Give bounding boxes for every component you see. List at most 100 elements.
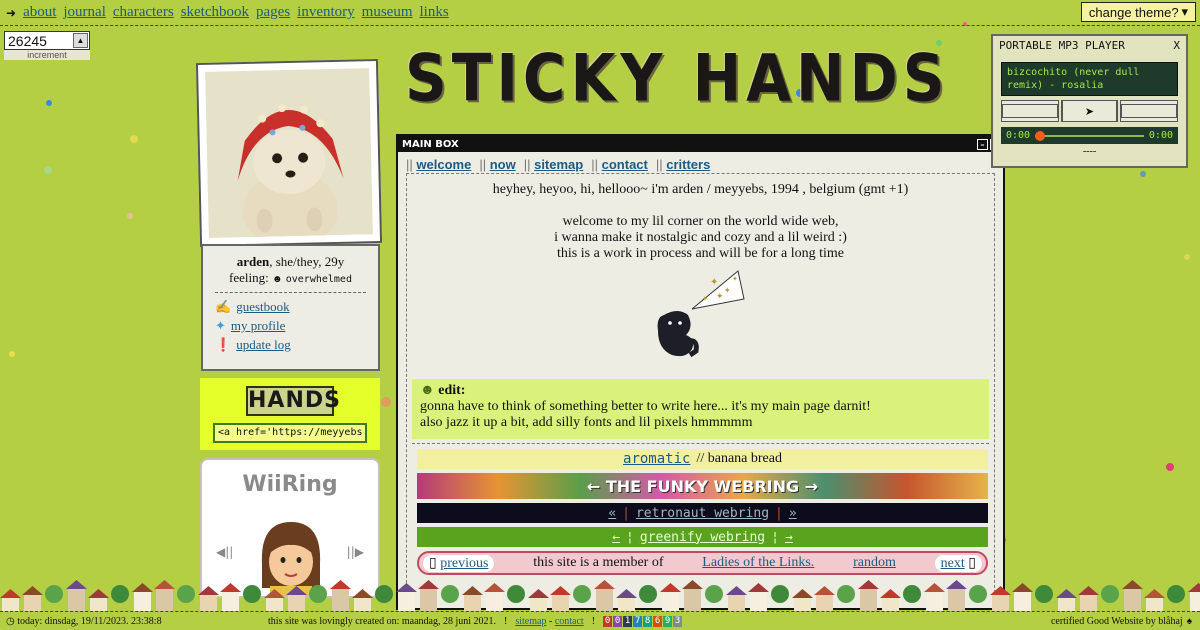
nav-pages[interactable]: pages bbox=[256, 4, 290, 21]
roof-icon bbox=[286, 586, 307, 595]
house-icon bbox=[1058, 598, 1075, 612]
retronaut-link[interactable]: retronaut webring bbox=[636, 506, 769, 521]
divider: ¦ bbox=[626, 529, 634, 545]
tree-icon bbox=[177, 585, 195, 603]
aromatic-webring: aromatic // banana bread bbox=[417, 449, 988, 469]
mascot-illustration: ✦ ✦ ✦ ✦ ✦ bbox=[657, 270, 745, 358]
mp3-time-start: 0:00 bbox=[1006, 130, 1031, 141]
hit-digit: 1 bbox=[623, 615, 633, 627]
footer-today: ◷ today: dinsdag, 19/11/2023. 23:38:8 bbox=[6, 616, 162, 627]
main-tabs: || welcome || now || sitemap || contact … bbox=[406, 157, 711, 172]
change-theme-select[interactable]: change theme? ▾ bbox=[1081, 2, 1196, 22]
next-track-button[interactable] bbox=[1120, 100, 1179, 122]
hand-icon: ✍ bbox=[215, 299, 232, 314]
increment-arrow-icon[interactable]: ▲ bbox=[73, 33, 88, 48]
house-icon bbox=[2, 598, 19, 612]
nav-journal[interactable]: journal bbox=[63, 4, 106, 21]
divider: | bbox=[775, 505, 783, 521]
section-divider bbox=[412, 443, 989, 444]
ladies-next-link[interactable]: next bbox=[941, 556, 965, 571]
roof-icon bbox=[220, 583, 241, 592]
hands-button-code[interactable]: <a href='https://meyyebs bbox=[213, 423, 367, 443]
prev-track-button[interactable] bbox=[1001, 100, 1059, 122]
roof-icon bbox=[132, 583, 153, 592]
update-log-link[interactable]: update log bbox=[236, 337, 291, 353]
wiiring-prev-button[interactable]: ◀|| bbox=[216, 545, 233, 559]
ladies-previous-link[interactable]: previous bbox=[440, 556, 488, 571]
mp3-seek-bar[interactable] bbox=[1035, 130, 1144, 141]
house-icon bbox=[750, 592, 767, 612]
greenify-webring: ← ¦ greenify webring ¦ → bbox=[417, 527, 988, 547]
nav-sketchbook[interactable]: sketchbook bbox=[181, 4, 249, 21]
roof-icon bbox=[0, 589, 21, 598]
nav-characters[interactable]: characters bbox=[113, 4, 174, 21]
house-icon bbox=[552, 595, 569, 612]
hit-digit: 3 bbox=[673, 615, 683, 627]
roof-icon bbox=[88, 589, 109, 598]
roof-icon bbox=[418, 580, 439, 589]
greenify-prev-link[interactable]: ← bbox=[612, 530, 620, 545]
update-log-link-row[interactable]: ❗ update log bbox=[215, 337, 370, 353]
hands-button-logo[interactable]: HANDS bbox=[246, 386, 340, 416]
svg-text:✦: ✦ bbox=[702, 295, 708, 303]
profile-feeling: feeling: ☻ overwhelmed bbox=[211, 270, 370, 286]
prev-track-icon bbox=[1002, 104, 1058, 118]
roof-icon bbox=[462, 586, 483, 595]
site-title: STICKY HANDS bbox=[405, 39, 950, 117]
hit-counter: 0 0 1 7 8 6 9 3 bbox=[603, 615, 683, 627]
aromatic-link[interactable]: aromatic bbox=[623, 451, 690, 467]
tab-contact[interactable]: contact bbox=[602, 157, 648, 172]
retronaut-prev-link[interactable]: « bbox=[608, 506, 616, 521]
roof-icon bbox=[330, 580, 351, 589]
guestbook-link-row[interactable]: ✍ guestbook bbox=[215, 299, 370, 315]
house-icon bbox=[486, 592, 503, 612]
funky-webring[interactable]: ← THE FUNKY WEBRING → bbox=[417, 473, 988, 499]
top-nav: ➜ about journal characters sketchbook pa… bbox=[6, 4, 449, 21]
frog-icon: ☻ bbox=[420, 383, 435, 398]
play-button[interactable]: ➤ bbox=[1060, 100, 1119, 122]
ladies-random-link[interactable]: random bbox=[853, 555, 896, 571]
my-profile-link[interactable]: my profile bbox=[231, 318, 286, 334]
profile-identity: arden, she/they, 29y bbox=[211, 254, 370, 270]
roof-icon bbox=[814, 586, 835, 595]
roof-icon bbox=[352, 589, 373, 598]
mp3-titlebar: PORTABLE MP3 PLAYER X bbox=[993, 36, 1186, 54]
funky-webring-label[interactable]: ← THE FUNKY WEBRING → bbox=[587, 477, 818, 496]
nav-museum[interactable]: museum bbox=[362, 4, 413, 21]
tab-critters[interactable]: critters bbox=[666, 157, 710, 172]
tree-icon bbox=[45, 585, 63, 603]
mp3-track-display: bizcochito (never dull remix) - rosalia bbox=[1001, 62, 1178, 96]
svg-text:✦: ✦ bbox=[716, 291, 724, 301]
tree-icon bbox=[441, 585, 459, 603]
roof-icon bbox=[880, 589, 901, 598]
my-profile-link-row[interactable]: ✦ my profile bbox=[215, 318, 370, 334]
footer: ◷ today: dinsdag, 19/11/2023. 23:38:8 th… bbox=[0, 611, 1200, 630]
tab-sitemap[interactable]: sitemap bbox=[534, 157, 583, 172]
nav-links[interactable]: links bbox=[420, 4, 449, 21]
hit-digit: 0 bbox=[603, 615, 613, 627]
nav-about[interactable]: about bbox=[23, 4, 56, 21]
footer-contact-link[interactable]: contact bbox=[555, 616, 584, 627]
counter-value[interactable]: 26245 bbox=[8, 33, 73, 49]
tab-now[interactable]: now bbox=[490, 157, 516, 172]
greenify-link[interactable]: greenify webring bbox=[640, 530, 765, 545]
retronaut-next-link[interactable]: » bbox=[789, 506, 797, 521]
greenify-next-link[interactable]: → bbox=[785, 530, 793, 545]
mp3-title: PORTABLE MP3 PLAYER bbox=[999, 38, 1125, 52]
aromatic-text: // banana bread bbox=[696, 451, 782, 466]
guestbook-link[interactable]: guestbook bbox=[236, 299, 289, 315]
tab-welcome[interactable]: welcome bbox=[416, 157, 471, 172]
chevron-down-icon: ▾ bbox=[1181, 4, 1189, 19]
nav-inventory[interactable]: inventory bbox=[297, 4, 355, 21]
roof-icon bbox=[1188, 583, 1200, 592]
minimize-icon[interactable]: – bbox=[977, 138, 988, 150]
wiiring-next-button[interactable]: ||▶ bbox=[347, 545, 364, 559]
ladies-of-the-links-link[interactable]: Ladies of the Links. bbox=[702, 555, 814, 571]
main-box-titlebar: MAIN BOX – ▫ bbox=[398, 136, 1003, 152]
roof-icon bbox=[660, 583, 681, 592]
footer-sitemap-link[interactable]: sitemap bbox=[515, 616, 546, 627]
skull-icon: ☻ bbox=[271, 274, 283, 285]
house-icon bbox=[1190, 592, 1200, 612]
mp3-seek-knob[interactable] bbox=[1035, 130, 1046, 141]
mp3-close-button[interactable]: X bbox=[1173, 39, 1180, 52]
